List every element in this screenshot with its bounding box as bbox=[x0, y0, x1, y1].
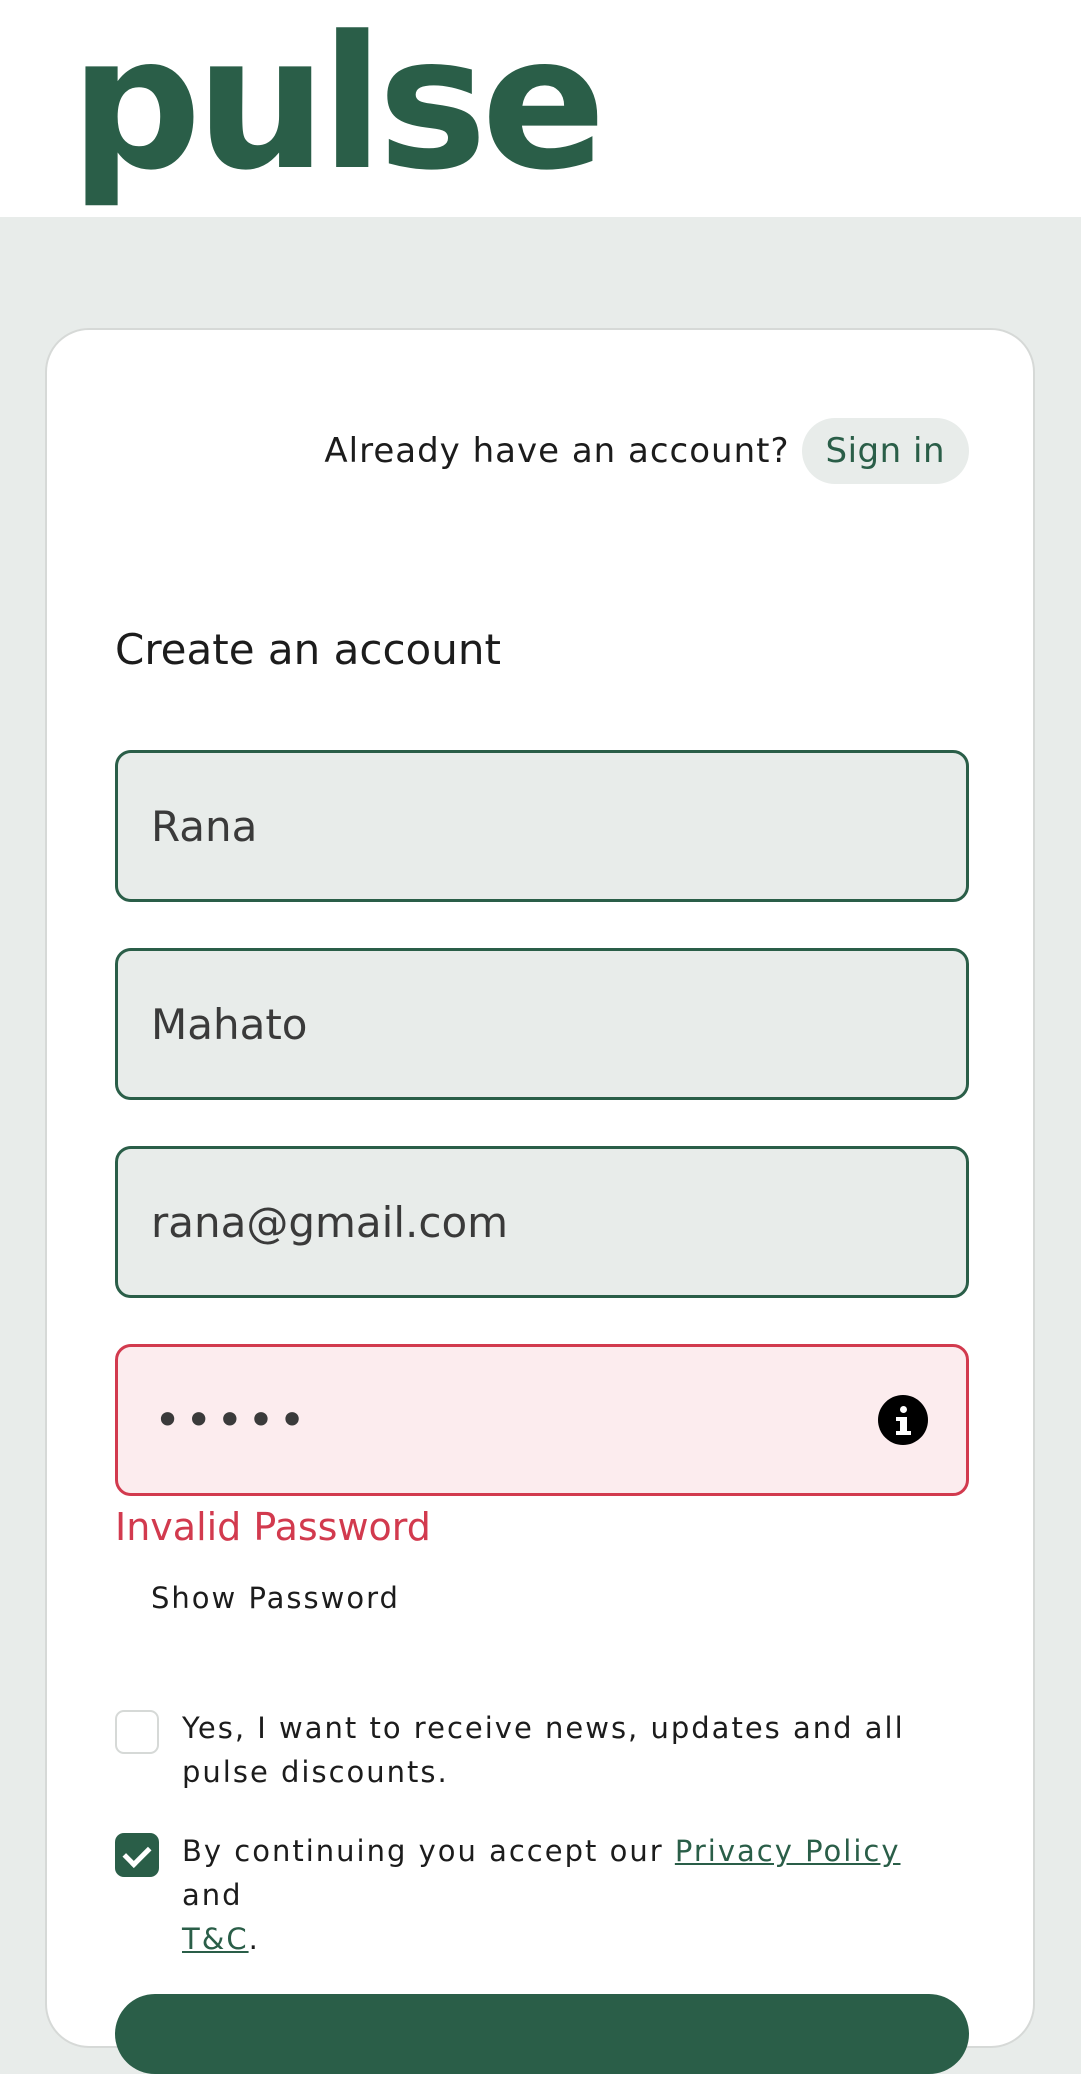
newsletter-checkbox[interactable] bbox=[115, 1710, 159, 1754]
terms-and-conditions-link[interactable]: T&C bbox=[182, 1922, 249, 1956]
privacy-policy-link[interactable]: Privacy Policy bbox=[675, 1834, 901, 1868]
site-header: pulse bbox=[0, 0, 1081, 217]
form-title: Create an account bbox=[115, 625, 501, 674]
create-account-button[interactable] bbox=[115, 1994, 969, 2074]
newsletter-label: Yes, I want to receive news, updates and… bbox=[182, 1711, 905, 1789]
terms-label: By continuing you accept our Privacy Pol… bbox=[182, 1829, 962, 1961]
email-field[interactable] bbox=[115, 1146, 969, 1298]
signup-card: Already have an account? Sign in Create … bbox=[45, 328, 1035, 2074]
password-input[interactable]: ••••• bbox=[154, 1347, 310, 1493]
show-password-toggle[interactable]: Show Password bbox=[151, 1578, 400, 1618]
password-error-message: Invalid Password bbox=[115, 1505, 431, 1549]
password-field[interactable]: ••••• bbox=[115, 1344, 969, 1496]
terms-prefix: By continuing you accept our bbox=[182, 1834, 675, 1868]
signin-button[interactable]: Sign in bbox=[801, 418, 969, 484]
first-name-input[interactable] bbox=[151, 753, 851, 899]
info-icon[interactable] bbox=[878, 1395, 928, 1445]
email-input[interactable] bbox=[151, 1149, 851, 1295]
checkmark-icon bbox=[122, 1839, 152, 1868]
terms-middle: and bbox=[182, 1878, 243, 1912]
first-name-field[interactable] bbox=[115, 750, 969, 902]
last-name-field[interactable] bbox=[115, 948, 969, 1100]
terms-checkbox[interactable] bbox=[115, 1833, 159, 1877]
signin-question: Already have an account? bbox=[324, 431, 790, 471]
pulse-logo[interactable]: pulse bbox=[70, 0, 606, 208]
last-name-input[interactable] bbox=[151, 951, 851, 1097]
signin-prompt: Already have an account? Sign in bbox=[324, 418, 969, 484]
terms-suffix: . bbox=[248, 1922, 260, 1956]
